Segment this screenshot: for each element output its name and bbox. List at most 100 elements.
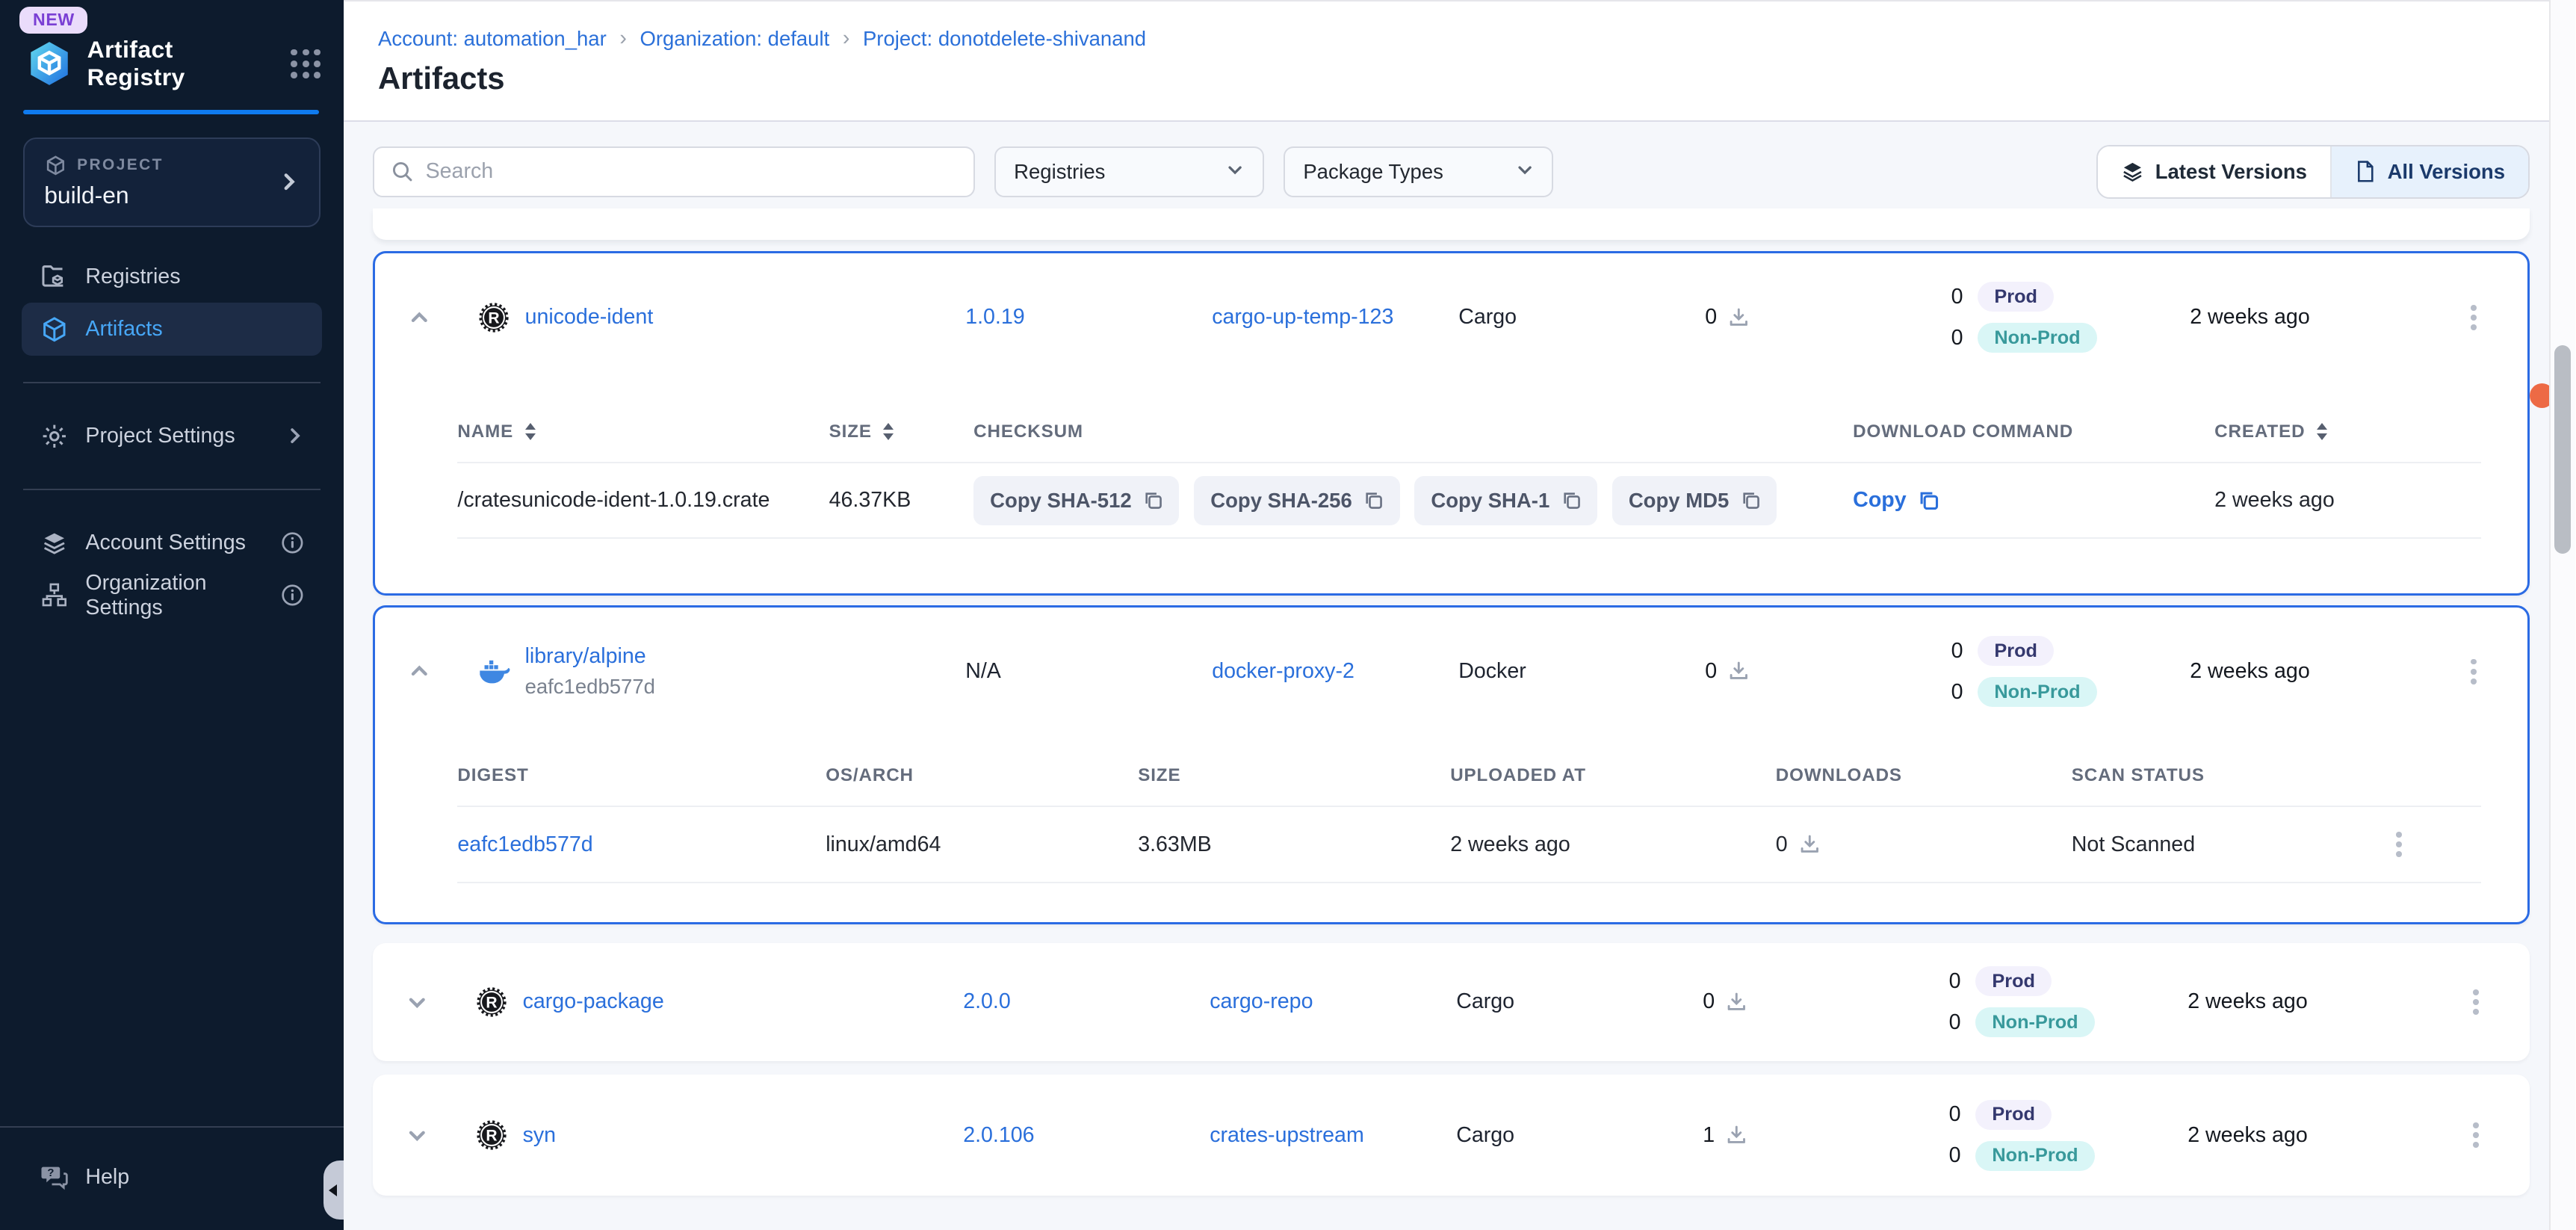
digest-downloads-count: 0 — [1776, 832, 1788, 857]
row-menu-kebab-icon[interactable] — [2466, 983, 2485, 1022]
digest-os-arch: linux/amd64 — [826, 832, 1138, 857]
row-menu-kebab-icon[interactable] — [2464, 298, 2483, 337]
svg-text:?: ? — [47, 1168, 54, 1180]
artifact-package-type: Cargo — [1456, 1123, 1703, 1148]
all-versions-button[interactable]: All Versions — [2332, 146, 2528, 197]
scrollbar-track[interactable] — [2549, 0, 2575, 1230]
app-switcher-grid-icon[interactable] — [291, 49, 321, 79]
rust-cargo-icon: R — [475, 1119, 508, 1152]
sidebar-item-organization-settings[interactable]: Organization Settings — [22, 569, 323, 622]
artifact-created: 2 weeks ago — [2190, 305, 2403, 330]
breadcrumb-organization-link[interactable]: Organization: default — [640, 27, 829, 51]
file-row: /cratesunicode-ident-1.0.19.crate 46.37K… — [457, 463, 2481, 539]
artifact-version-link[interactable]: 2.0.0 — [963, 989, 1011, 1013]
digest-scan-status: Not Scanned — [2072, 832, 2317, 857]
expand-row-button[interactable] — [373, 992, 462, 1013]
copy-sha1-button[interactable]: Copy SHA-1 — [1414, 476, 1597, 525]
scrollbar-thumb[interactable] — [2554, 345, 2571, 554]
info-icon[interactable] — [281, 531, 304, 554]
rust-cargo-icon: R — [477, 301, 510, 334]
column-header-size[interactable]: SIZE — [829, 421, 974, 442]
search-input[interactable] — [426, 159, 957, 184]
sidebar-item-label: Artifacts — [85, 317, 162, 342]
prod-badge: Prod — [1978, 636, 2054, 666]
project-selector[interactable]: PROJECT build-en — [23, 137, 321, 227]
chevron-down-icon — [1516, 161, 1534, 179]
filter-bar: Registries Package Types — [373, 145, 2529, 199]
chevron-up-icon — [409, 661, 430, 682]
column-header-os-arch: OS/ARCH — [826, 765, 1138, 786]
collapse-row-button[interactable] — [375, 307, 464, 329]
artifact-created: 2 weeks ago — [2188, 989, 2401, 1014]
artifact-name-link[interactable]: syn — [523, 1123, 557, 1148]
sidebar-nav-project: Project Settings — [22, 410, 323, 462]
page-title: Artifacts — [378, 61, 2575, 96]
file-icon — [2355, 160, 2377, 183]
chevron-right-icon — [286, 427, 304, 445]
copy-md5-button[interactable]: Copy MD5 — [1612, 476, 1777, 525]
non-prod-badge: Non-Prod — [1978, 323, 2096, 353]
sidebar-item-project-settings[interactable]: Project Settings — [22, 410, 323, 462]
artifact-registry-link[interactable]: crates-upstream — [1210, 1123, 1364, 1147]
artifact-card-syn: R syn 2.0.106 crates-upstream Cargo 1 — [373, 1075, 2529, 1196]
files-sub-table: NAME SIZE CHECKSUM DOWNLOAD COMMAND CREA… — [457, 421, 2481, 593]
column-header-created[interactable]: CREATED — [2214, 421, 2481, 442]
versions-toggle: Latest Versions All Versions — [2096, 145, 2530, 199]
info-icon[interactable] — [281, 584, 304, 607]
copy-sha256-button[interactable]: Copy SHA-256 — [1194, 476, 1399, 525]
all-versions-label: All Versions — [2388, 160, 2505, 184]
sidebar-item-registries[interactable]: Registries — [22, 250, 323, 303]
sidebar-item-artifacts[interactable]: Artifacts — [22, 303, 323, 355]
copy-icon — [1561, 490, 1581, 510]
expand-row-button[interactable] — [373, 1125, 462, 1146]
artifact-registry-link[interactable]: cargo-repo — [1210, 989, 1313, 1013]
row-menu-kebab-icon[interactable] — [2464, 652, 2483, 691]
breadcrumb-account-link[interactable]: Account: automation_har — [378, 27, 607, 51]
sidebar-item-help[interactable]: ? Help — [22, 1151, 323, 1203]
breadcrumb-project-link[interactable]: Project: donotdelete-shivanand — [863, 27, 1146, 51]
digest-link[interactable]: eafc1edb577d — [457, 832, 592, 856]
chevron-down-icon — [406, 1125, 428, 1146]
column-header-uploaded-at: UPLOADED AT — [1450, 765, 1776, 786]
artifact-version-link[interactable]: 1.0.19 — [965, 305, 1025, 329]
artifact-version-link[interactable]: 2.0.106 — [963, 1123, 1034, 1147]
collapse-row-button[interactable] — [375, 661, 464, 682]
sidebar-item-account-settings[interactable]: Account Settings — [22, 516, 323, 569]
artifact-package-type: Cargo — [1456, 989, 1703, 1014]
latest-versions-button[interactable]: Latest Versions — [2098, 146, 2332, 197]
copy-download-command-link[interactable]: Copy — [1853, 488, 2214, 513]
brand-accent-rule — [23, 110, 319, 115]
artifact-registry-link[interactable]: cargo-up-temp-123 — [1212, 305, 1393, 329]
copy-sha512-button[interactable]: Copy SHA-512 — [973, 476, 1179, 525]
collapse-arrow-icon — [329, 1184, 337, 1196]
registries-filter-dropdown[interactable]: Registries — [994, 146, 1264, 197]
app-title: Artifact Registry — [87, 36, 278, 91]
nav-divider — [23, 489, 321, 490]
artifact-card-unicode-ident: R unicode-ident 1.0.19 cargo-up-temp-123… — [373, 251, 2529, 596]
latest-versions-label: Latest Versions — [2155, 160, 2307, 184]
column-header-name[interactable]: NAME — [457, 421, 829, 442]
sort-icon — [2317, 423, 2327, 441]
artifact-name-link[interactable]: cargo-package — [523, 989, 664, 1014]
prod-count: 0 — [1941, 1102, 1960, 1127]
artifact-name-link[interactable]: library/alpine — [525, 643, 655, 670]
download-icon — [1728, 307, 1750, 329]
project-name: build-en — [44, 182, 279, 209]
page-header: Account: automation_har › Organization: … — [344, 0, 2576, 122]
column-header-downloads: DOWNLOADS — [1776, 765, 2072, 786]
artifact-row: library/alpine eafc1edb577d N/A docker-p… — [375, 608, 2527, 736]
prod-badge: Prod — [1975, 1100, 2052, 1130]
row-menu-kebab-icon[interactable] — [2390, 825, 2409, 864]
help-chat-icon: ? — [40, 1162, 69, 1192]
sidebar-collapse-handle[interactable] — [323, 1161, 343, 1220]
partial-row-card — [373, 208, 2529, 240]
artifact-downloads-count: 0 — [1703, 989, 1715, 1014]
svg-text:R: R — [486, 995, 497, 1012]
package-types-filter-dropdown[interactable]: Package Types — [1284, 146, 1553, 197]
artifact-name-link[interactable]: unicode-ident — [525, 305, 654, 330]
row-menu-kebab-icon[interactable] — [2466, 1116, 2485, 1155]
file-size: 46.37KB — [829, 488, 974, 513]
copy-icon — [1741, 490, 1760, 510]
nav-divider — [23, 382, 321, 383]
artifact-registry-link[interactable]: docker-proxy-2 — [1212, 659, 1354, 683]
